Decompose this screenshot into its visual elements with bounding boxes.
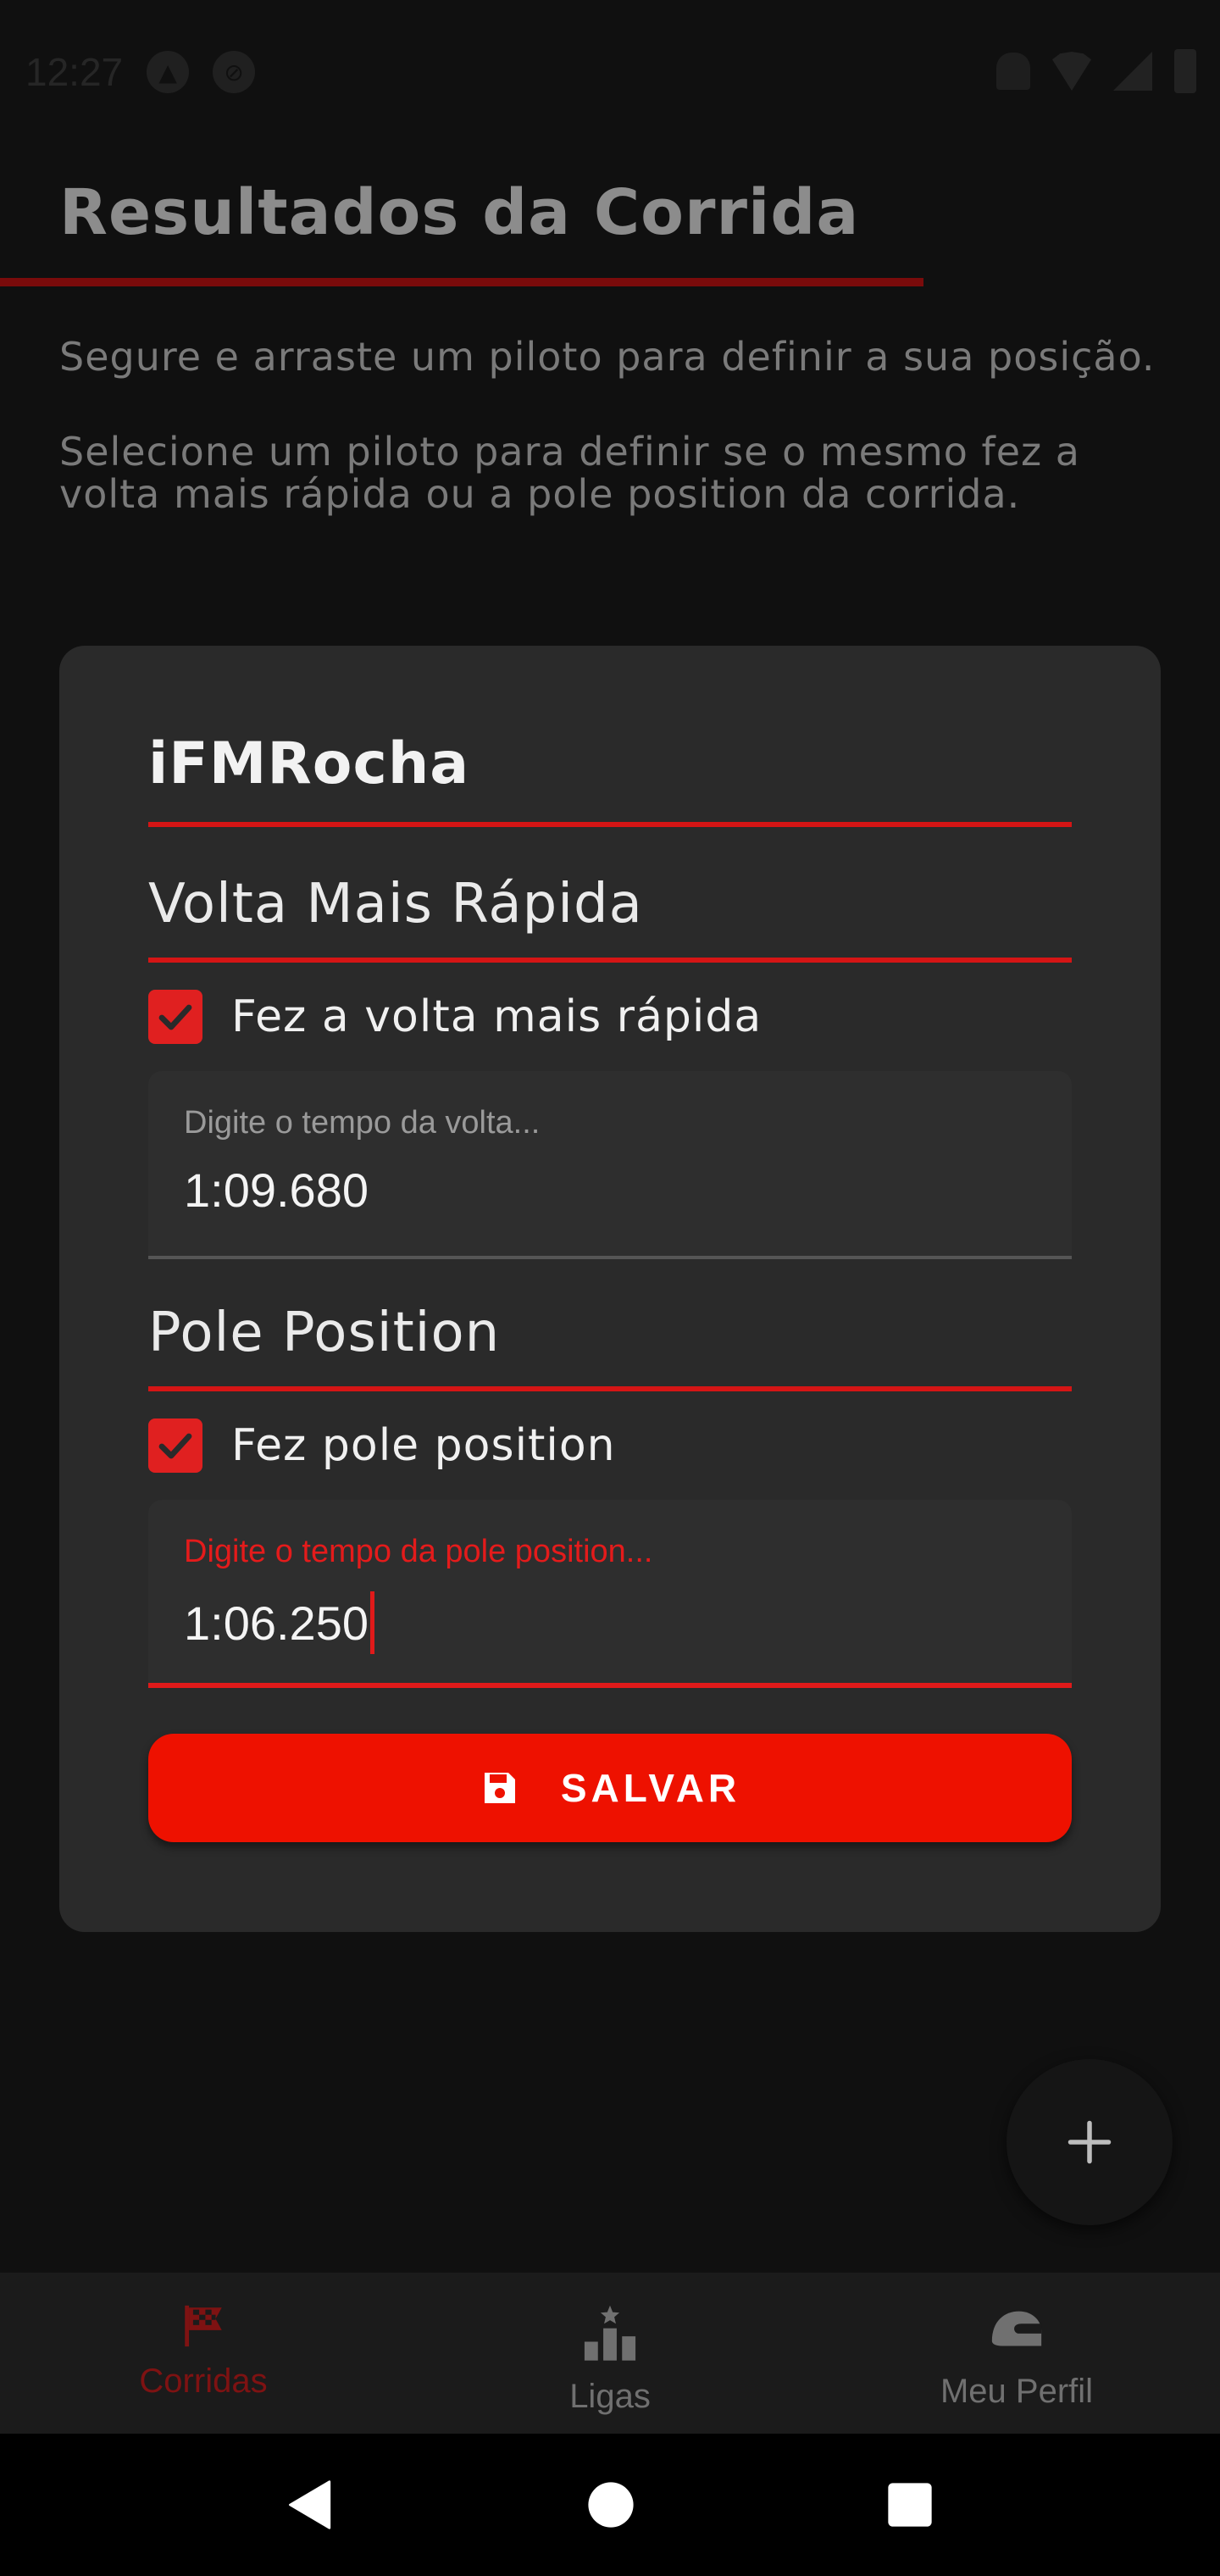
notifications-off-icon [996,53,1030,90]
pole-position-checkbox[interactable] [148,1418,202,1473]
recents-icon[interactable] [887,2482,933,2528]
driver-name-divider [148,822,1072,827]
save-button[interactable]: SALVAR [148,1734,1072,1842]
pole-time-value: 1:06.250 [184,1596,369,1650]
driver-name: iFMRocha [148,730,470,797]
page-title: Resultados da Corrida [59,176,860,249]
lap-time-label: Digite o tempo da volta... [184,1105,541,1141]
pole-position-divider [148,1386,1072,1391]
bottom-nav: Corridas Ligas Meu Perfil [0,2273,1220,2434]
lap-time-field[interactable]: Digite o tempo da volta... 1:09.680 [148,1071,1072,1259]
cell-signal-icon [1113,52,1152,91]
app-notification-icon: ▲ [147,51,190,93]
plus-icon [1068,2120,1112,2164]
nav-label-ligas: Ligas [569,2378,651,2415]
lap-time-input[interactable]: 1:09.680 [184,1163,369,1218]
status-icons [996,49,1196,93]
podium-icon [584,2305,636,2361]
nav-label-corridas: Corridas [139,2362,268,2400]
checkmark-icon [158,1433,192,1459]
status-bar: 12:27 ▲ ⊘ [0,0,1220,144]
fastest-lap-checkbox[interactable] [148,990,202,1044]
status-time: 12:27 [25,50,124,94]
pole-position-title: Pole Position [148,1302,501,1364]
nav-item-ligas[interactable]: Ligas [407,2273,813,2434]
fastest-lap-checkbox-label: Fez a volta mais rápida [231,991,762,1042]
lap-time-value: 1:09.680 [184,1163,369,1217]
fastest-lap-checkbox-row[interactable]: Fez a volta mais rápida [148,990,762,1044]
battery-icon [1174,49,1196,93]
nav-label-meu-perfil: Meu Perfil [940,2373,1094,2410]
driver-result-card: iFMRocha Volta Mais Rápida Fez a volta m… [59,646,1161,1932]
pole-time-label: Digite o tempo da pole position... [184,1534,653,1569]
title-underline [0,278,923,286]
checkmark-icon [158,1004,192,1030]
helmet-icon [991,2311,1042,2346]
instruction-drag: Segure e arraste um piloto para definir … [59,334,1156,380]
nav-item-meu-perfil[interactable]: Meu Perfil [813,2273,1220,2434]
save-icon [484,1773,515,1803]
pole-position-checkbox-label: Fez pole position [231,1420,616,1471]
pole-time-field[interactable]: Digite o tempo da pole position... 1:06.… [148,1500,1072,1688]
system-nav-bar [0,2434,1220,2576]
back-icon[interactable] [287,2479,335,2530]
instructions: Segure e arraste um piloto para definir … [59,336,1178,515]
fastest-lap-title: Volta Mais Rápida [148,873,643,935]
fastest-lap-divider [148,958,1072,963]
screen: 12:27 ▲ ⊘ Resultados da Corrida Segure e… [0,0,1220,2576]
pole-time-input[interactable]: 1:06.250 [184,1591,374,1654]
pole-position-checkbox-row[interactable]: Fez pole position [148,1418,616,1473]
checkered-flag-icon [185,2305,222,2347]
instruction-select: Selecione um piloto para definir se o me… [59,429,1080,517]
wifi-icon [1052,52,1091,91]
nav-item-corridas[interactable]: Corridas [0,2273,407,2434]
add-fab[interactable] [1006,2059,1173,2225]
sync-notification-icon: ⊘ [213,51,256,93]
save-button-label: SALVAR [560,1766,741,1810]
text-caret [369,1591,374,1654]
home-icon[interactable] [587,2481,635,2529]
